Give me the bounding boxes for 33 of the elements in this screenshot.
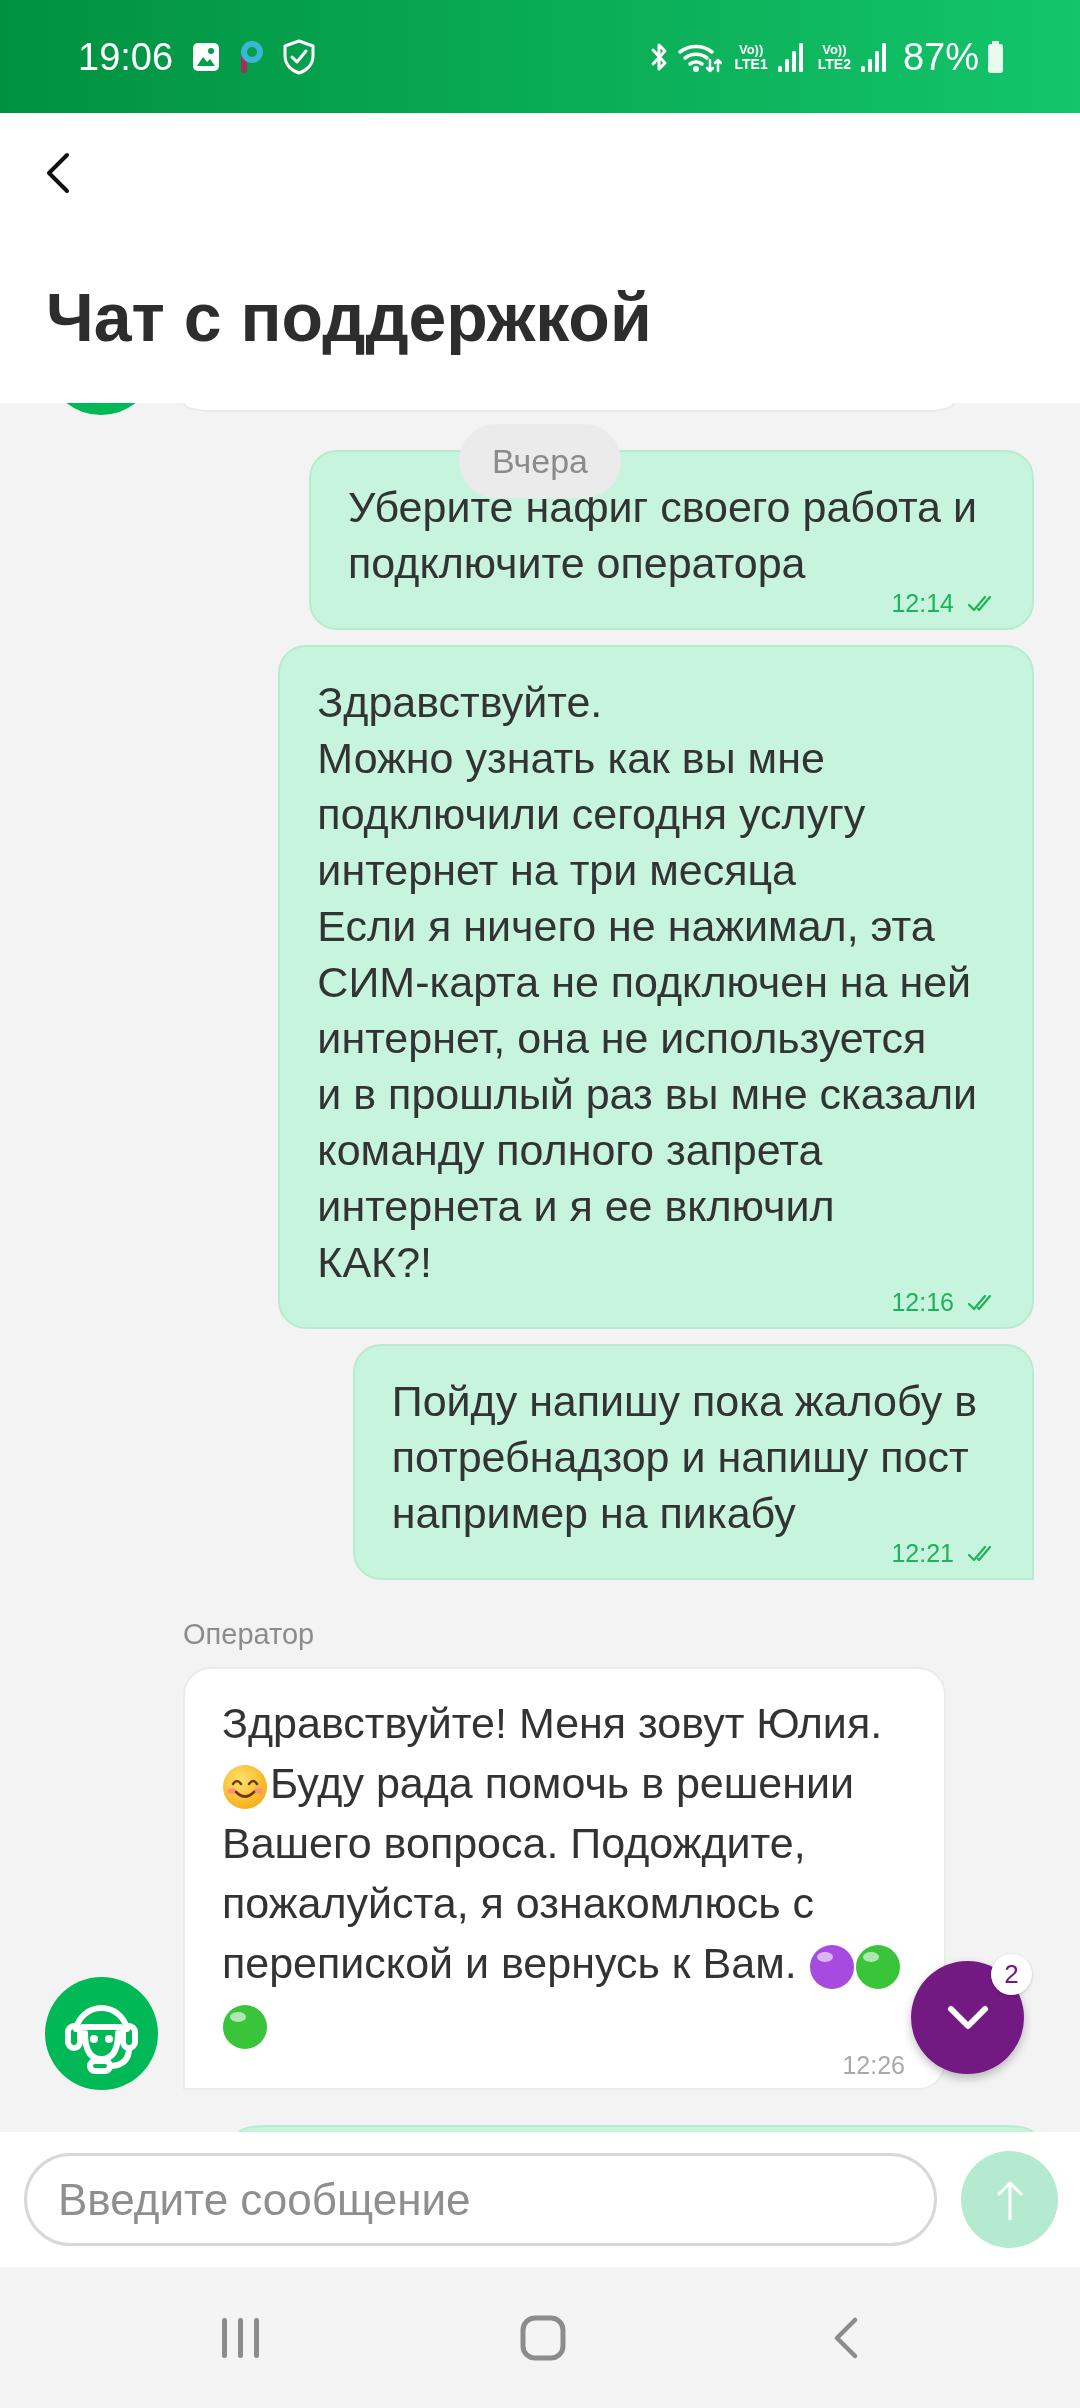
signal-icon <box>776 41 805 72</box>
message-time: 12:14 <box>891 591 954 615</box>
message-input[interactable]: Введите сообщение <box>24 2153 937 2246</box>
message-time: 12:26 <box>842 2053 905 2077</box>
avatar-icon <box>66 403 136 415</box>
network-type-label: LTE2 <box>817 56 851 72</box>
home-icon[interactable] <box>520 2314 566 2361</box>
shield-check-icon <box>282 38 317 75</box>
date-label: Вчера <box>459 424 621 498</box>
smiling-face-icon <box>222 1763 268 1810</box>
battery-percent: 87% <box>902 34 979 79</box>
network-type-label: LTE1 <box>734 56 768 72</box>
message-text: Вашего вопроса. Подождите, пожалуйста, я ознакомлюсь с перепиской и вернусь к Вам. <box>222 1819 815 1987</box>
sender-name: Оператор <box>183 1617 315 1651</box>
network-type-label: Vo)) <box>738 41 764 57</box>
page-title: Чат с поддержкой <box>46 279 652 355</box>
battery-icon <box>988 40 1003 73</box>
message-time: 12:21 <box>891 1541 954 1565</box>
message-text: Пойду напишу пока жалобу в потребнадзор и напишу пост например на пикабу <box>391 1376 977 1539</box>
chevron-down-icon <box>946 2004 989 2031</box>
message-text: Здравствуйте! Меня зовут Юлия. <box>222 1699 883 1747</box>
message-text: Буду рада помочь в решении <box>270 1759 854 1807</box>
image-icon <box>192 41 221 72</box>
back-icon[interactable] <box>833 2316 859 2359</box>
message-time: 12:16 <box>891 1290 954 1314</box>
message-text: Здравствуйте. Можно узнать как вы мне подключили сегодня услугу интернет на три месяца Если я ничего не нажимал, эта СИМ-карта не подключен на ней интернет, она не используется и в прошлый раз вы мне сказали команду полного запрета интернета и я ее включил КАК?! <box>317 677 977 1288</box>
status-time: 19:06 <box>78 34 174 79</box>
chevron-left-icon <box>45 152 71 194</box>
recent-apps-icon[interactable] <box>220 2316 260 2359</box>
signal-icon <box>859 41 888 72</box>
app-logo-icon <box>239 39 264 74</box>
network-type-label: Vo)) <box>822 41 847 57</box>
support-agent-icon <box>45 1977 158 2090</box>
